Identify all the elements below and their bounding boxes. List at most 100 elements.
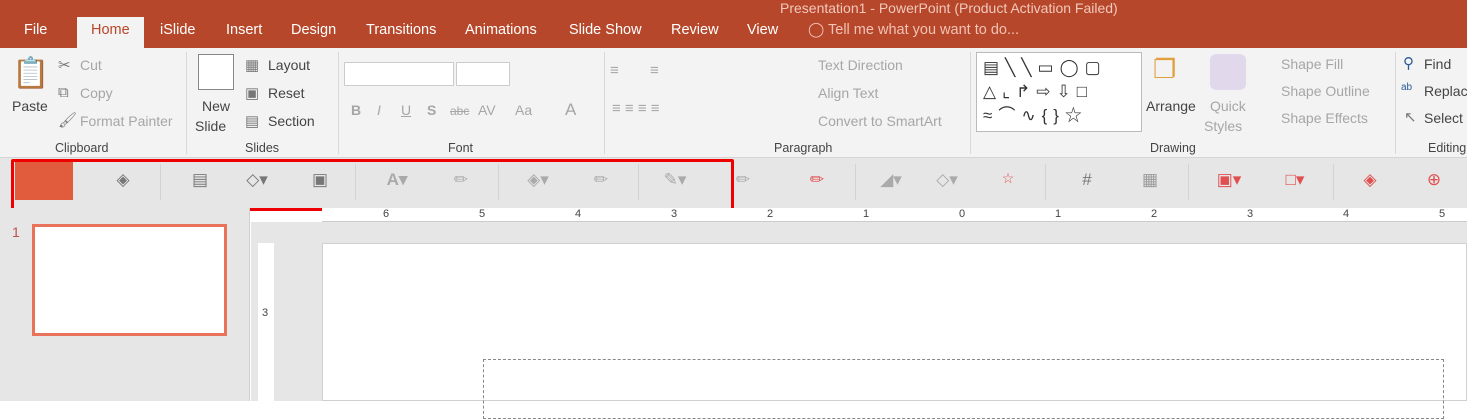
ruler-label: 4 <box>1343 208 1350 220</box>
scissors-icon: ✂ <box>58 57 71 74</box>
text-direction-button[interactable]: Text Direction <box>818 57 903 73</box>
ribbon: 📋 Paste ✂ Cut ⧉ Copy 🖌 Format Painter Cl… <box>0 48 1467 158</box>
char-spacing-button[interactable]: AV <box>478 102 496 118</box>
lightbulb-icon: ◯ <box>808 22 825 38</box>
find-button[interactable]: Find <box>1424 56 1451 72</box>
change-case-button[interactable]: Aa <box>515 102 532 118</box>
shadow-button[interactable]: S <box>427 102 436 118</box>
ruler-label: 3 <box>671 208 678 220</box>
separator <box>338 52 339 154</box>
shape-outline-button[interactable]: Shape Outline <box>1281 83 1370 99</box>
layers-icon[interactable]: ◈ <box>1355 170 1385 190</box>
quick-styles-icon <box>1210 54 1246 90</box>
align-dropdown-icon[interactable]: ▣▾ <box>1214 170 1244 190</box>
tab-insert[interactable]: Insert <box>226 22 262 38</box>
group-label-clipboard: Clipboard <box>55 141 109 155</box>
highlight-box <box>11 159 734 211</box>
font-size-combo[interactable] <box>456 62 510 86</box>
numbering-icon[interactable]: ≡ <box>650 62 659 79</box>
tab-home[interactable]: Home <box>77 17 144 48</box>
paste-icon: 📋 <box>12 57 50 90</box>
copy-icon: ⧉ <box>58 84 69 101</box>
new-slide-label[interactable]: Slide <box>195 118 226 134</box>
bullets-icon[interactable]: ≡ <box>610 62 619 79</box>
font-name-combo[interactable] <box>344 62 454 86</box>
reset-icon: ▣ <box>245 85 260 102</box>
ruler-label: 3 <box>262 307 269 319</box>
group-label-drawing: Drawing <box>1150 141 1196 155</box>
group-label-font: Font <box>448 141 474 155</box>
ruler-label: 5 <box>1439 208 1446 220</box>
tell-me-text: Tell me what you want to do... <box>828 22 1020 38</box>
arrange-button[interactable]: Arrange <box>1146 98 1196 114</box>
select-cursor-icon: ↖ <box>1404 109 1417 126</box>
flip-rotate-icon[interactable]: ◢▾ <box>876 170 906 190</box>
group-label-editing: Editing <box>1428 141 1467 155</box>
crop-icon[interactable]: # <box>1072 170 1102 190</box>
reset-button[interactable]: Reset <box>268 85 305 101</box>
underline-button[interactable]: U <box>401 102 411 118</box>
tab-animations[interactable]: Animations <box>465 22 537 38</box>
group-label-slides: Slides <box>245 141 280 155</box>
eyedropper-red-icon[interactable]: ✏ <box>802 170 832 190</box>
horizontal-ruler: 6 5 4 3 2 1 0 1 2 3 4 5 <box>322 208 1467 222</box>
vertical-ruler: 3 <box>258 243 274 401</box>
tab-review[interactable]: Review <box>671 22 719 38</box>
find-icon: ⚲ <box>1403 55 1414 72</box>
ruler-label: 5 <box>479 208 486 220</box>
shape-fill-button[interactable]: Shape Fill <box>1281 56 1343 72</box>
paste-button[interactable]: Paste <box>12 98 48 114</box>
title-placeholder[interactable] <box>483 359 1444 419</box>
convert-smartart-button[interactable]: Convert to SmartArt <box>818 113 942 129</box>
window-title: Presentation1 - PowerPoint (Product Acti… <box>780 0 1118 16</box>
separator <box>1395 52 1396 154</box>
tab-design[interactable]: Design <box>291 22 336 38</box>
tab-file[interactable]: File <box>24 22 47 38</box>
separator <box>970 52 971 154</box>
section-icon: ▤ <box>245 113 260 130</box>
ruler-label: 3 <box>1247 208 1254 220</box>
font-color-button[interactable]: A <box>565 100 576 120</box>
tab-transitions[interactable]: Transitions <box>366 22 436 38</box>
align-text-button[interactable]: Align Text <box>818 85 878 101</box>
replace-button[interactable]: Replace <box>1424 83 1467 99</box>
layout-icon: ▦ <box>245 57 260 74</box>
ruler-label: 4 <box>575 208 582 220</box>
star-effect-icon[interactable]: ☆ <box>993 170 1023 187</box>
ruler-label: 2 <box>767 208 774 220</box>
align-left-icon[interactable]: ≡ ≡ ≡ ≡ <box>612 100 660 117</box>
strikethrough-button[interactable]: abc <box>450 104 469 118</box>
format-painter-button[interactable]: Format Painter <box>80 113 173 129</box>
bold-button[interactable]: B <box>351 102 361 118</box>
image-icon[interactable]: ▦ <box>1135 170 1165 190</box>
select-button[interactable]: Select <box>1424 110 1463 126</box>
layout-button[interactable]: Layout <box>268 57 310 73</box>
new-slide-icon <box>198 54 234 90</box>
quick-styles-label[interactable]: Styles <box>1204 118 1242 134</box>
tab-islide[interactable]: iSlide <box>160 22 195 38</box>
target-timer-icon[interactable]: ⊕ <box>1419 170 1449 190</box>
separator <box>604 52 605 154</box>
ruler-label: 1 <box>1055 208 1062 220</box>
tell-me-search[interactable]: ◯ Tell me what you want to do... <box>808 22 1019 38</box>
frame-dropdown-icon[interactable]: □▾ <box>1280 170 1310 190</box>
group-label-paragraph: Paragraph <box>774 141 833 155</box>
slide-thumbnail-1[interactable] <box>32 224 227 336</box>
slide-number: 1 <box>12 224 20 240</box>
separator <box>186 52 187 154</box>
cut-button[interactable]: Cut <box>80 57 102 73</box>
quick-styles-button[interactable]: Quick <box>1210 98 1246 114</box>
copy-button[interactable]: Copy <box>80 85 113 101</box>
arrange-icon: ❐ <box>1153 54 1177 84</box>
ruler-label: 0 <box>959 208 966 220</box>
title-bar: Presentation1 - PowerPoint (Product Acti… <box>0 0 1467 48</box>
shape-merge-icon[interactable]: ◇▾ <box>932 170 962 190</box>
section-button[interactable]: Section <box>268 113 315 129</box>
tab-view[interactable]: View <box>747 22 778 38</box>
shape-effects-button[interactable]: Shape Effects <box>1281 110 1368 126</box>
tab-slide-show[interactable]: Slide Show <box>569 22 642 38</box>
new-slide-button[interactable]: New <box>202 98 230 114</box>
shapes-gallery[interactable]: ▤╲╲▭◯▢ △⌞↱⇨⇩□ ≈⌒∿{}☆ <box>976 52 1142 132</box>
italic-button[interactable]: I <box>377 102 381 118</box>
format-painter-icon: 🖌 <box>58 112 78 129</box>
